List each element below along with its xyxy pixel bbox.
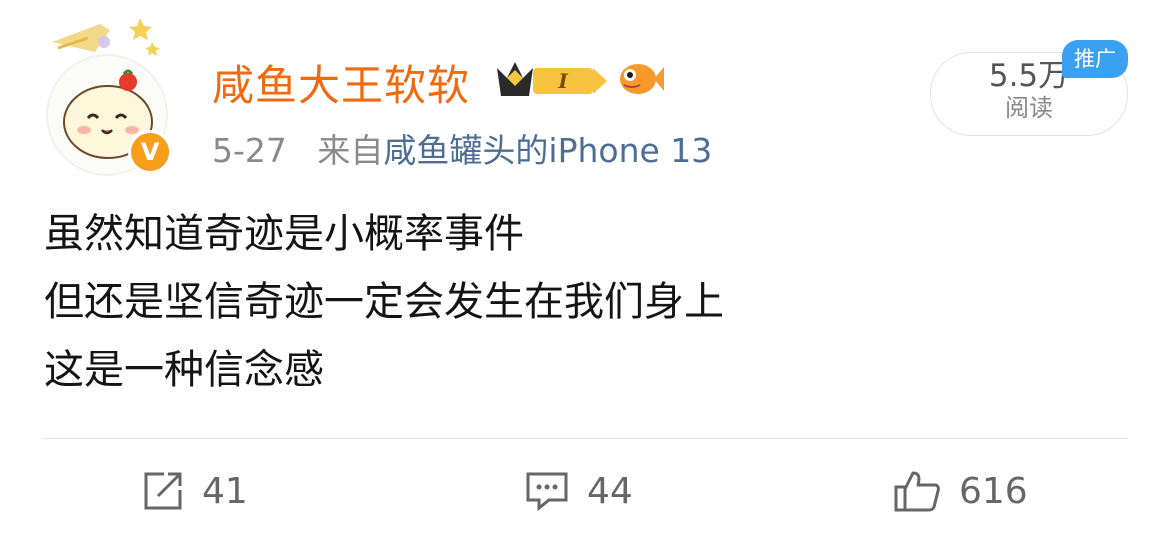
like-button[interactable]: 616	[893, 466, 1028, 516]
comment-button[interactable]: 44	[525, 466, 633, 516]
thumbs-up-icon	[894, 471, 940, 512]
repost-button[interactable]: 41	[142, 466, 248, 516]
v-badge-icon: V	[128, 130, 172, 174]
vip-crown-badge-icon[interactable]: I	[493, 56, 611, 102]
post-date: 5-27	[212, 131, 287, 170]
comment-icon	[526, 472, 568, 512]
post-line: 这是一种信念感	[44, 347, 324, 393]
fish-badge-icon[interactable]	[616, 57, 664, 99]
post-meta: 5-27 来自咸鱼罐头的iPhone 13	[212, 124, 712, 172]
comment-count: 44	[587, 470, 633, 512]
repost-icon	[144, 472, 182, 510]
user-name[interactable]: 咸鱼大王软软	[212, 52, 470, 113]
read-label: 阅读	[1005, 94, 1053, 122]
vip-level-text: I	[557, 69, 568, 93]
divider	[42, 438, 1128, 439]
post-content: 虽然知道奇迹是小概率事件 但还是坚信奇迹一定会发生在我们身上 这是一种信念感	[44, 200, 724, 404]
post-from-prefix: 来自	[317, 131, 384, 170]
repost-count: 41	[202, 470, 248, 512]
promo-badge[interactable]: 推广	[1062, 40, 1128, 78]
like-count: 616	[959, 470, 1028, 512]
avatar-area[interactable]: V	[40, 12, 180, 176]
post-line: 但还是坚信奇迹一定会发生在我们身上	[44, 279, 724, 325]
post-source[interactable]: 咸鱼罐头的iPhone 13	[383, 131, 712, 170]
post-line: 虽然知道奇迹是小概率事件	[44, 211, 524, 257]
